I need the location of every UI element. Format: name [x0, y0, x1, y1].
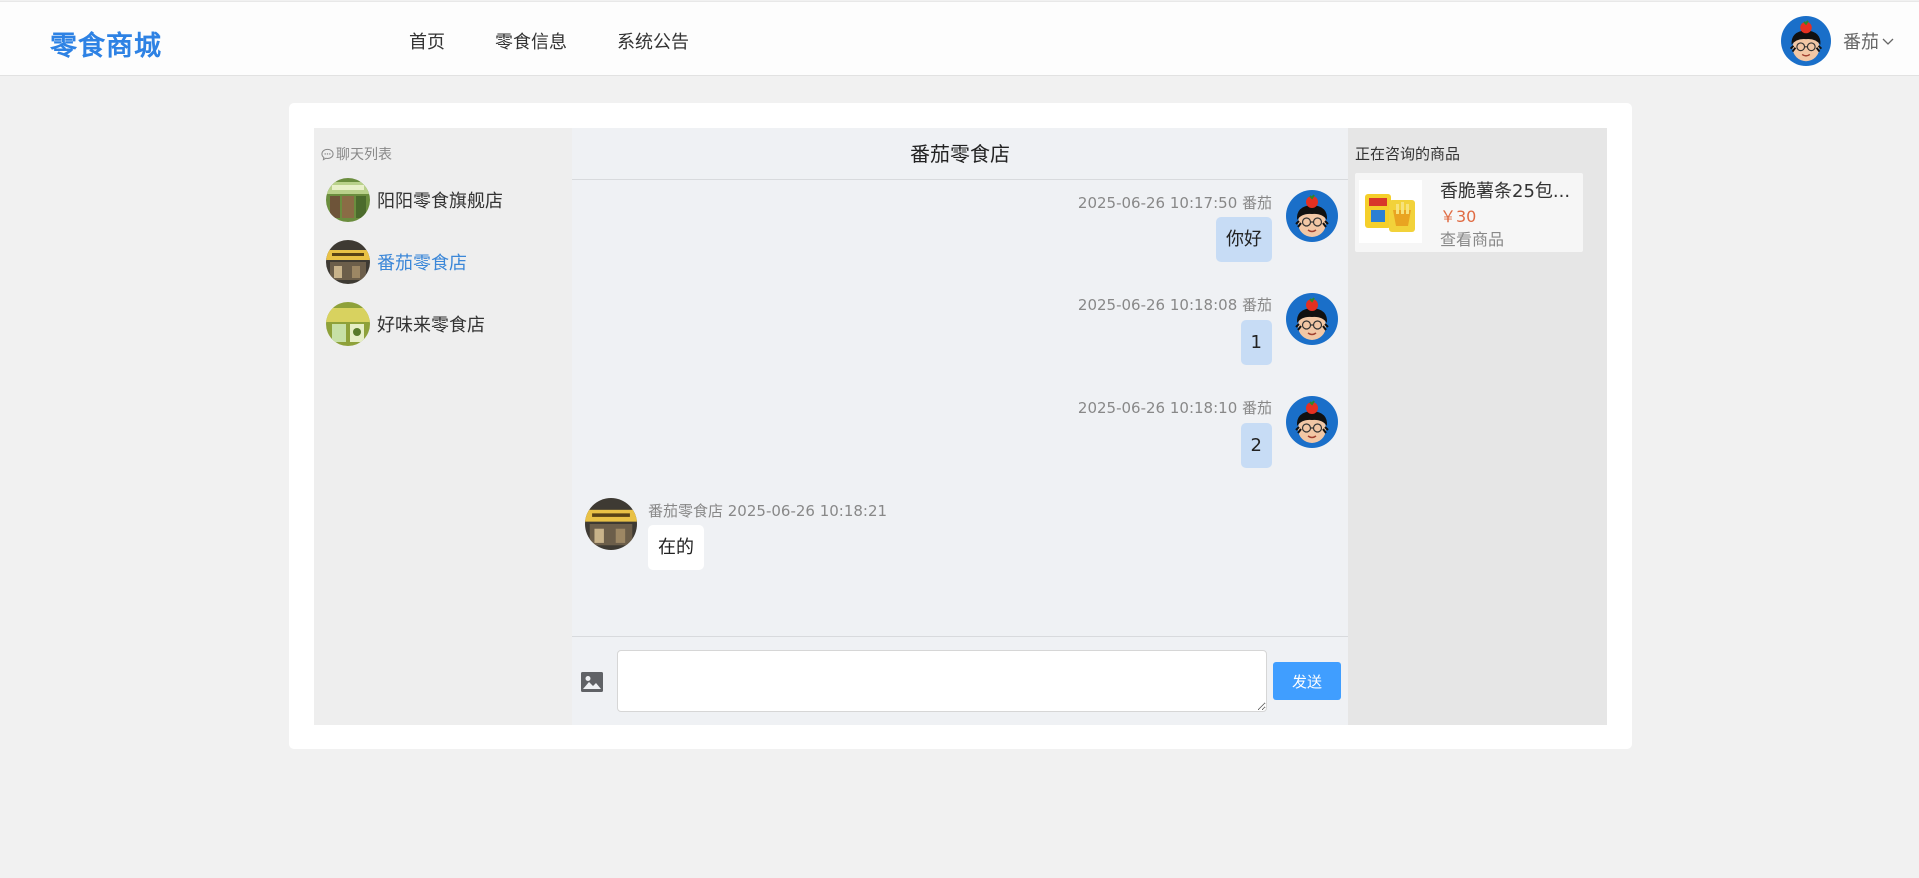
message-composer: 发送: [572, 636, 1348, 725]
chevron-down-icon[interactable]: [1881, 34, 1895, 48]
message-input[interactable]: [617, 650, 1267, 712]
nav-snack-info[interactable]: 零食信息: [495, 28, 567, 54]
user-avatar[interactable]: [1781, 16, 1831, 66]
message-meta: 番茄零食店 2025-06-26 10:18:21: [648, 502, 888, 520]
sender-avatar: [585, 498, 637, 550]
chat-window: 番茄零食店 2025-06-26 10:17:50 番茄 你好 2025-06-…: [572, 128, 1348, 725]
contact-avatar: [326, 178, 370, 222]
product-name[interactable]: 香脆薯条25包...: [1440, 177, 1570, 203]
message-bubble: 在的: [648, 525, 704, 570]
contact-name: 好味来零食店: [377, 315, 485, 336]
chat-card: 聊天列表 阳阳零食旗舰店 番茄零食店 好味来零食店 番茄零食店 2025-06-…: [289, 103, 1632, 749]
user-name[interactable]: 番茄: [1843, 28, 1879, 54]
contact-item[interactable]: 阳阳零食旗舰店: [326, 178, 503, 222]
chat-list-panel: 聊天列表 阳阳零食旗舰店 番茄零食店 好味来零食店: [314, 128, 572, 725]
contact-avatar: [326, 302, 370, 346]
product-card[interactable]: 香脆薯条25包... ￥30 查看商品: [1355, 173, 1583, 252]
message-bubble: 1: [1240, 320, 1272, 365]
sender-avatar: [1286, 190, 1338, 242]
message-bubble: 你好: [1216, 217, 1272, 262]
message-outgoing: 2025-06-26 10:17:50 番茄 你好: [572, 190, 1348, 270]
contact-item-active[interactable]: 番茄零食店: [326, 240, 467, 284]
product-section-title: 正在咨询的商品: [1355, 145, 1461, 163]
message-meta: 2025-06-26 10:18:10 番茄: [1077, 399, 1272, 417]
chat-title: 番茄零食店: [572, 128, 1348, 180]
main-nav: 首页 零食信息 系统公告: [409, 28, 739, 54]
contact-name: 阳阳零食旗舰店: [377, 191, 503, 212]
chat-list-title: 聊天列表: [321, 144, 392, 164]
nav-announcements[interactable]: 系统公告: [617, 28, 689, 54]
message-incoming: 番茄零食店 2025-06-26 10:18:21 在的: [572, 498, 1348, 578]
product-price: ￥30: [1440, 207, 1477, 226]
chat-list-title-text: 聊天列表: [336, 147, 392, 163]
message-outgoing: 2025-06-26 10:18:10 番茄 2: [572, 396, 1348, 476]
contact-item[interactable]: 好味来零食店: [326, 302, 485, 346]
view-product-link[interactable]: 查看商品: [1440, 226, 1504, 250]
contact-avatar: [326, 240, 370, 284]
sender-avatar: [1286, 293, 1338, 345]
user-menu[interactable]: 番茄: [1781, 16, 1895, 66]
image-icon[interactable]: [580, 671, 604, 693]
top-navbar: 零食商城 首页 零食信息 系统公告 番茄: [0, 1, 1919, 76]
message-bubble: 2: [1240, 423, 1272, 468]
product-panel: 正在咨询的商品 香脆薯条25包... ￥30 查看商品: [1348, 128, 1607, 725]
product-image[interactable]: [1359, 180, 1422, 243]
message-meta: 2025-06-26 10:17:50 番茄: [1077, 194, 1272, 212]
brand-logo[interactable]: 零食商城: [50, 24, 162, 63]
send-button[interactable]: 发送: [1273, 662, 1341, 700]
message-outgoing: 2025-06-26 10:18:08 番茄 1: [572, 293, 1348, 373]
chat-bubble-icon: [321, 148, 334, 161]
message-meta: 2025-06-26 10:18:08 番茄: [1077, 296, 1272, 314]
sender-avatar: [1286, 396, 1338, 448]
nav-home[interactable]: 首页: [409, 28, 445, 54]
chat-container: 聊天列表 阳阳零食旗舰店 番茄零食店 好味来零食店 番茄零食店 2025-06-…: [314, 128, 1607, 725]
contact-name: 番茄零食店: [377, 253, 467, 274]
